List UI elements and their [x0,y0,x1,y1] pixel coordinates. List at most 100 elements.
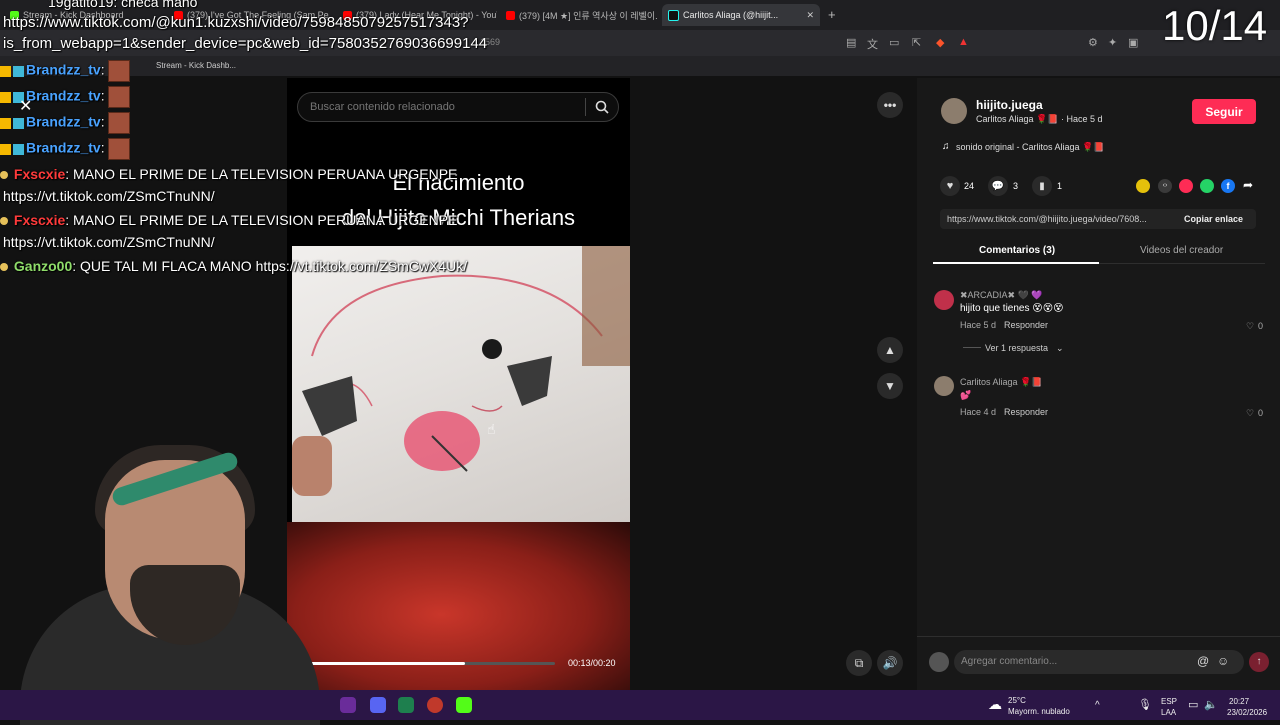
creator-avatar[interactable] [941,98,967,124]
microphone-icon[interactable]: 🎙 [1138,698,1152,711]
new-tab-button[interactable]: + [828,7,836,22]
mention-icon[interactable]: @ [1197,654,1209,668]
bookmark-item[interactable]: Stream - Kick Dashb... [156,61,236,70]
next-video-icon[interactable]: ▼ [877,373,903,399]
rewards-icon[interactable]: ▲ [958,36,969,48]
copy-link-button[interactable]: Copiar enlace [1184,214,1243,224]
chat-username: Brandzz_tv [26,87,101,104]
tray-chevron-icon[interactable]: ^ [1095,700,1100,711]
chat-message: Brandzz_tv: [0,138,131,160]
comment-like-count: 0 [1258,408,1264,418]
chat-message: Ganzo00: QUE TAL MI FLACA MANO https://v… [0,258,467,274]
chat-message: Brandzz_tv: [0,60,131,82]
tab-comments[interactable]: Comentarios (3) [979,245,1055,256]
screenshot-icon[interactable]: ▣ [1128,36,1138,49]
replies-line [963,347,981,348]
follow-button[interactable]: Seguir [1192,99,1256,124]
comment-avatar[interactable] [934,376,954,396]
like-count: 24 [964,181,975,191]
send-to-friends-icon[interactable] [1179,179,1193,193]
comment-time: Hace 4 d [960,407,997,417]
reply-button[interactable]: Responder [1004,407,1048,417]
dot-badge-icon [0,217,8,226]
comment-time: Hace 5 d [960,320,997,330]
chat-text: : QUE TAL MI FLACA MANO https://vt.tikto… [72,258,468,274]
bookmark-icon[interactable]: ▮ [1032,176,1052,196]
overlay-counter: 10/14 [1162,2,1268,49]
chat-message: Fxscxie: MANO EL PRIME DE LA TELEVISION … [0,166,457,182]
youtube-icon [506,10,515,20]
sound-name[interactable]: sonido original - Carlitos Aliaga 🌹📕 [956,142,1104,153]
tab-tiktok[interactable]: Carlitos Aliaga (@hiijit... ✕ [662,4,820,26]
comment-like-icon[interactable]: ♡ [1246,321,1254,332]
tiktok-icon [668,9,679,21]
emote-icon [108,60,131,82]
chat-message-continued: https://vt.tiktok.com/ZSmCTnuNN/ [3,234,215,250]
chevron-down-icon[interactable]: ⌄ [1056,343,1064,354]
language-code[interactable]: ESP [1161,697,1177,706]
comment-text: hijito que tienes 😵😵😵 [960,303,1064,314]
bookmarks-bar: Stream - Kick Dashb... [0,56,1280,76]
chat-username: Fxscxie [13,212,66,228]
windows-taskbar [0,690,1280,720]
chat-username: Brandzz_tv [26,113,101,130]
network-icon[interactable]: ▭ [1188,698,1198,711]
reader-icon[interactable]: ▤ [846,36,856,49]
more-options-icon[interactable]: ••• [877,92,903,118]
search-icon[interactable] [595,100,609,114]
comment-author[interactable]: ✖ARCADIA✖ 🖤 💜 [960,290,1043,301]
emote-icon [108,138,131,160]
cat-mask-drawing [292,246,630,496]
clock-time[interactable]: 20:27 [1229,697,1249,706]
tab-youtube-3[interactable]: (379) [4M ★] 인류 역사상 이 레벨이... [500,4,658,26]
share-arrow-icon[interactable]: ➦ [1243,178,1253,192]
view-replies-button[interactable]: Ver 1 respuesta [985,343,1048,353]
overlay-top-chat: 19gatito19: checa mano [48,0,198,10]
creator-username[interactable]: hiijito.juega [976,98,1043,112]
previous-video-icon[interactable]: ▲ [877,337,903,363]
sub-badge-icon [13,117,24,129]
weather-icon[interactable]: ☁ [988,696,1002,713]
active-tab-indicator [933,262,1099,264]
comment-icon[interactable]: 💬 [988,176,1008,196]
weather-desc: Mayorm. nublado [1008,707,1070,716]
taskbar-app-icon[interactable] [398,697,414,713]
wallet-icon[interactable]: ⚙ [1088,36,1098,49]
like-icon[interactable]: ♥ [940,176,960,196]
taskbar-app-icon[interactable] [427,697,443,713]
share-icon[interactable]: ⇱ [912,36,921,49]
chat-username: Brandzz_tv [26,139,101,156]
emoji-icon[interactable]: ☺ [1217,654,1229,668]
embed-icon[interactable]: ‹› [1158,179,1172,193]
tab-creator-videos[interactable]: Videos del creador [1140,245,1223,256]
comment-like-icon[interactable]: ♡ [1246,408,1254,419]
volume-icon[interactable]: 🔊 [877,650,903,676]
weather-temp: 25°C [1008,696,1026,705]
taskbar-app-icon[interactable] [340,697,356,713]
chat-text: : [100,87,105,104]
brave-shield-icon[interactable]: ◆ [936,36,944,49]
extensions-icon[interactable]: ✦ [1108,36,1117,49]
whatsapp-icon[interactable] [1200,179,1214,193]
emote-icon [108,86,131,108]
comment-text: 💕 [960,390,972,400]
speaker-icon[interactable]: 🔈 [1204,698,1218,711]
cast-icon[interactable]: ▭ [889,36,899,49]
related-search-input[interactable] [308,100,572,114]
smiley-share-icon[interactable] [1136,179,1150,193]
video-link: https://www.tiktok.com/@hiijito.juega/vi… [947,214,1147,224]
floating-player-icon[interactable]: ⧉ [846,650,872,676]
overlay-close-icon[interactable]: ✕ [19,96,32,116]
overlay-url-line-2: is_from_webapp=1&sender_device=pc&web_id… [3,35,488,52]
comment-author[interactable]: Carlitos Aliaga 🌹📕 [960,377,1042,388]
comment-avatar[interactable] [934,290,954,310]
related-search-bar[interactable] [297,92,619,122]
close-tab-icon[interactable]: ✕ [806,10,814,21]
kick-taskbar-icon[interactable] [456,697,472,713]
add-comment-input[interactable]: Agregar comentario... @ ☺ [954,650,1244,674]
discord-icon[interactable] [370,697,386,713]
translate-icon[interactable]: 文 [867,36,878,52]
facebook-icon[interactable]: f [1221,179,1235,193]
reply-button[interactable]: Responder [1004,320,1048,330]
post-comment-icon[interactable]: ↑ [1249,652,1269,672]
